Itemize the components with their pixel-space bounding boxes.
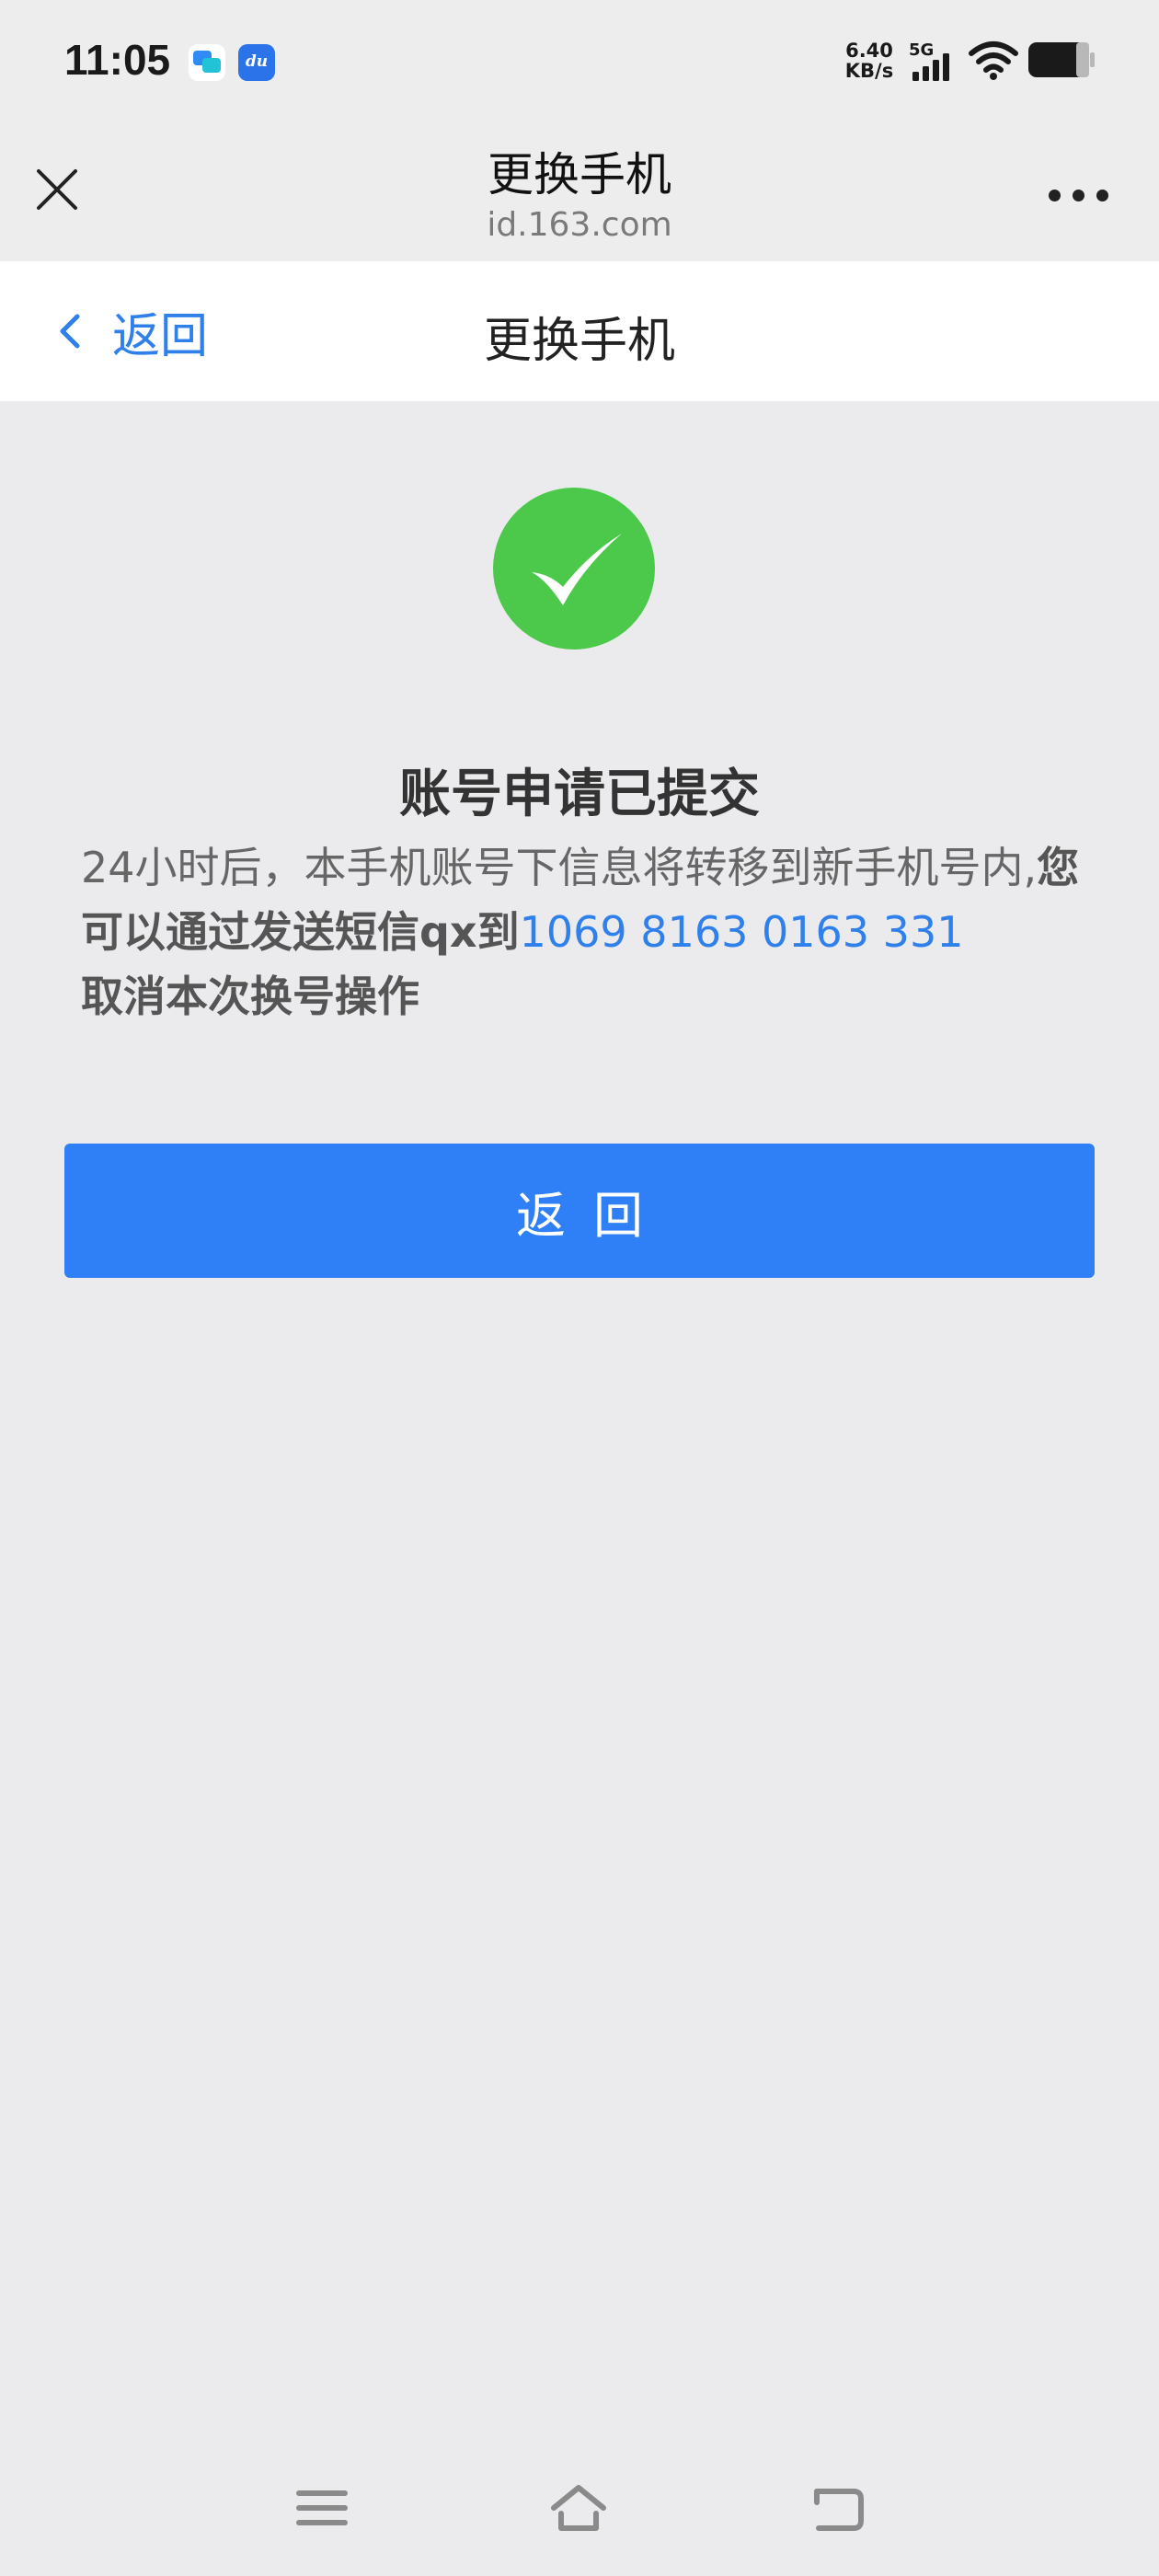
back-link[interactable]: 返回	[57, 298, 208, 364]
success-heading: 账号申请已提交	[399, 765, 760, 824]
return-button[interactable]: 返回	[64, 1144, 1095, 1278]
status-bar: 11:05 du 6.40 KB/s 5G	[0, 0, 1159, 125]
du-app-icon: du	[238, 44, 275, 81]
notice-bold-tail: 取消本次换号操作	[81, 972, 419, 1021]
battery-icon	[1028, 42, 1095, 77]
more-icon[interactable]	[1049, 190, 1109, 204]
notice-plain-text: 24小时后，本手机账号下信息将转移到新手机号内,	[81, 843, 1038, 892]
message-app-icon	[189, 44, 225, 81]
browser-page-title: 更换手机	[488, 148, 671, 201]
network-speed-value: 6.40	[845, 40, 893, 62]
sms-number: 1069 8163 0163 331	[519, 907, 964, 957]
home-icon[interactable]	[546, 2478, 611, 2537]
notice-text: 24小时后，本手机账号下信息将转移到新手机号内,您可以通过发送短信qx到1069…	[81, 835, 1084, 1029]
browser-domain: id.163.com	[487, 206, 672, 244]
page-header: 返回 更换手机	[0, 261, 1159, 401]
network-speed-unit: KB/s	[844, 60, 894, 82]
success-check-icon	[493, 488, 655, 650]
wifi-icon	[969, 41, 1018, 80]
back-link-label: 返回	[112, 308, 209, 364]
chevron-left-icon	[60, 314, 80, 349]
status-time: 11:05	[64, 36, 171, 84]
back-icon[interactable]	[806, 2478, 870, 2537]
network-speed: 6.40 KB/s	[842, 40, 897, 81]
menu-icon[interactable]	[290, 2478, 354, 2537]
signal-icon	[912, 53, 949, 81]
browser-title-bar: 更换手机 id.163.com	[0, 125, 1159, 261]
